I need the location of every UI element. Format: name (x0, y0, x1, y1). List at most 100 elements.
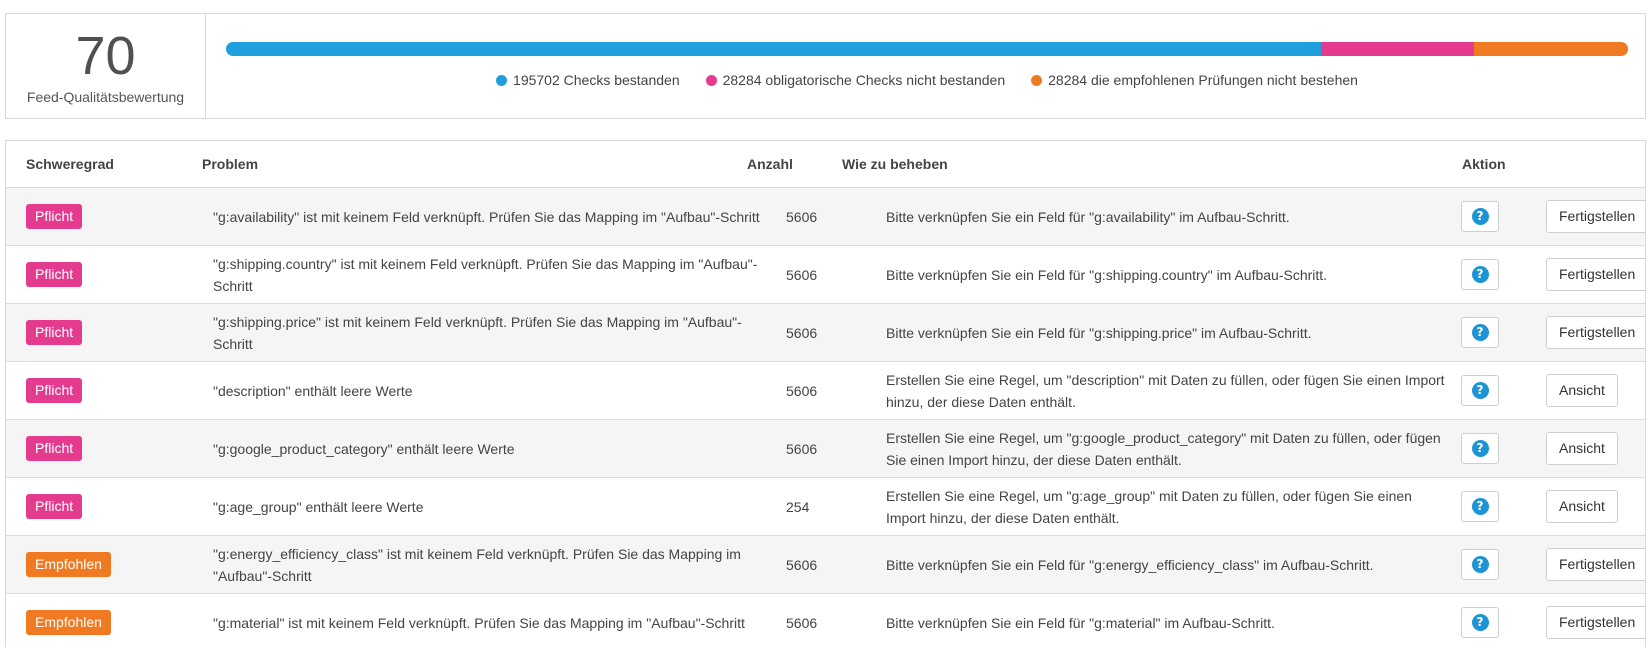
problem-text: "g:shipping.country" ist mit keinem Feld… (213, 255, 758, 294)
question-circle-icon: ? (1471, 440, 1489, 457)
table-row: Pflicht "description" enthält leere Werte… (6, 362, 1645, 420)
severity-badge: Pflicht (26, 494, 83, 519)
count-cell: 5606 (786, 246, 876, 303)
fix-cell: Bitte verknüpfen Sie ein Feld für "g:ava… (886, 188, 1446, 245)
row-action-button[interactable]: Fertigstellen (1546, 200, 1645, 233)
question-circle-icon: ? (1471, 382, 1489, 399)
severity-cell: Pflicht (26, 304, 196, 361)
severity-cell: Pflicht (26, 362, 196, 419)
severity-cell: Empfohlen (26, 594, 196, 647)
count-cell: 5606 (786, 304, 876, 361)
problem-cell: "g:age_group" enthält leere Werte (213, 478, 773, 535)
count-cell: 5606 (786, 536, 876, 593)
table-body: Pflicht "g:availability" ist mit keinem F… (6, 188, 1645, 647)
legend-label-recommended: 28284 die empfohlenen Prüfungen nicht be… (1048, 72, 1358, 88)
severity-cell: Pflicht (26, 420, 196, 477)
row-action-button[interactable]: Fertigstellen (1546, 548, 1645, 581)
question-circle-icon: ? (1471, 556, 1489, 573)
problem-text: "g:energy_efficiency_class" ist mit kein… (213, 545, 741, 584)
score-box: 70 Feed-Qualitätsbewertung (6, 14, 206, 118)
fix-text: Bitte verknüpfen Sie ein Feld für "g:ava… (886, 208, 1290, 225)
table-row: Pflicht "g:shipping.country" ist mit kein… (6, 246, 1645, 304)
row-action-button[interactable]: Ansicht (1546, 374, 1618, 407)
help-cell: ? (1461, 188, 1501, 245)
help-button[interactable]: ? (1461, 433, 1499, 464)
count-cell: 5606 (786, 188, 876, 245)
severity-badge: Empfohlen (26, 552, 111, 577)
count-value: 5606 (786, 556, 818, 573)
help-button[interactable]: ? (1461, 201, 1499, 232)
count-cell: 5606 (786, 420, 876, 477)
table-row: Pflicht "g:availability" ist mit keinem F… (6, 188, 1645, 246)
action-cell: Fertigstellen (1546, 536, 1645, 593)
help-cell: ? (1461, 246, 1501, 303)
table-row: Empfohlen "g:energy_efficiency_class" ist… (6, 536, 1645, 594)
action-cell: Ansicht (1546, 362, 1645, 419)
action-cell: Fertigstellen (1546, 188, 1645, 245)
header-severity: Schweregrad (26, 156, 114, 172)
help-button[interactable]: ? (1461, 607, 1499, 638)
fix-cell: Bitte verknüpfen Sie ein Feld für "g:mat… (886, 594, 1446, 647)
severity-cell: Pflicht (26, 246, 196, 303)
table-row: Pflicht "g:shipping.price" ist mit keinem… (6, 304, 1645, 362)
severity-cell: Empfohlen (26, 536, 196, 593)
legend-item-passed: 195702 Checks bestanden (496, 71, 680, 89)
table-row: Empfohlen "g:material" ist mit keinem Fel… (6, 594, 1645, 647)
help-button[interactable]: ? (1461, 549, 1499, 580)
count-value: 5606 (786, 324, 818, 341)
problem-cell: "g:material" ist mit keinem Feld verknüp… (213, 594, 773, 647)
severity-cell: Pflicht (26, 478, 196, 535)
severity-badge: Empfohlen (26, 610, 111, 635)
problem-cell: "g:availability" ist mit keinem Feld ver… (213, 188, 773, 245)
row-action-button[interactable]: Ansicht (1546, 490, 1618, 523)
problem-text: "g:age_group" enthält leere Werte (213, 498, 424, 515)
action-cell: Fertigstellen (1546, 594, 1645, 647)
header-count: Anzahl (747, 156, 793, 172)
row-action-button[interactable]: Fertigstellen (1546, 258, 1645, 291)
help-cell: ? (1461, 478, 1501, 535)
issues-table: Schweregrad Problem Anzahl Wie zu behebe… (5, 140, 1646, 647)
problem-cell: "g:energy_efficiency_class" ist mit kein… (213, 536, 773, 593)
quality-score-label: Feed-Qualitätsbewertung (26, 89, 185, 105)
help-button[interactable]: ? (1461, 259, 1499, 290)
severity-badge: Pflicht (26, 204, 83, 229)
fix-cell: Erstellen Sie eine Regel, um "descriptio… (886, 362, 1446, 419)
problem-cell: "description" enthält leere Werte (213, 362, 773, 419)
legend-item-recommended: 28284 die empfohlenen Prüfungen nicht be… (1031, 71, 1358, 89)
count-cell: 5606 (786, 594, 876, 647)
legend-dot-mandatory (705, 74, 717, 86)
fix-text: Bitte verknüpfen Sie ein Feld für "g:ene… (886, 556, 1374, 573)
table-header: Schweregrad Problem Anzahl Wie zu behebe… (6, 141, 1645, 188)
fix-text: Erstellen Sie eine Regel, um "g:age_grou… (886, 487, 1412, 526)
legend-label-passed: 195702 Checks bestanden (513, 72, 680, 88)
problem-text: "g:material" ist mit keinem Feld verknüp… (213, 614, 745, 631)
count-value: 5606 (786, 382, 818, 399)
question-circle-icon: ? (1471, 324, 1489, 341)
row-action-button[interactable]: Fertigstellen (1546, 316, 1645, 349)
action-cell: Ansicht (1546, 420, 1645, 477)
help-button[interactable]: ? (1461, 317, 1499, 348)
help-button[interactable]: ? (1461, 375, 1499, 406)
bar-segment-recommended-failed (1474, 42, 1628, 56)
row-action-button[interactable]: Ansicht (1546, 432, 1618, 465)
header-action: Aktion (1462, 156, 1506, 172)
problem-cell: "g:shipping.price" ist mit keinem Feld v… (213, 304, 773, 361)
help-cell: ? (1461, 420, 1501, 477)
header-fix: Wie zu beheben (842, 156, 948, 172)
action-cell: Ansicht (1546, 478, 1645, 535)
fix-cell: Erstellen Sie eine Regel, um "g:google_p… (886, 420, 1446, 477)
quality-legend: 195702 Checks bestanden 28284 obligatori… (226, 71, 1628, 89)
count-cell: 5606 (786, 362, 876, 419)
header-problem: Problem (202, 156, 259, 172)
fix-cell: Erstellen Sie eine Regel, um "g:age_grou… (886, 478, 1446, 535)
problem-cell: "g:google_product_category" enthält leer… (213, 420, 773, 477)
fix-text: Erstellen Sie eine Regel, um "g:google_p… (886, 429, 1441, 468)
fix-cell: Bitte verknüpfen Sie ein Feld für "g:shi… (886, 246, 1446, 303)
question-circle-icon: ? (1471, 614, 1489, 631)
bar-segment-passed (226, 42, 1321, 56)
row-action-button[interactable]: Fertigstellen (1546, 606, 1645, 639)
fix-cell: Bitte verknüpfen Sie ein Feld für "g:ene… (886, 536, 1446, 593)
help-button[interactable]: ? (1461, 491, 1499, 522)
severity-badge: Pflicht (26, 262, 83, 287)
legend-item-mandatory: 28284 obligatorische Checks nicht bestan… (705, 71, 1005, 89)
